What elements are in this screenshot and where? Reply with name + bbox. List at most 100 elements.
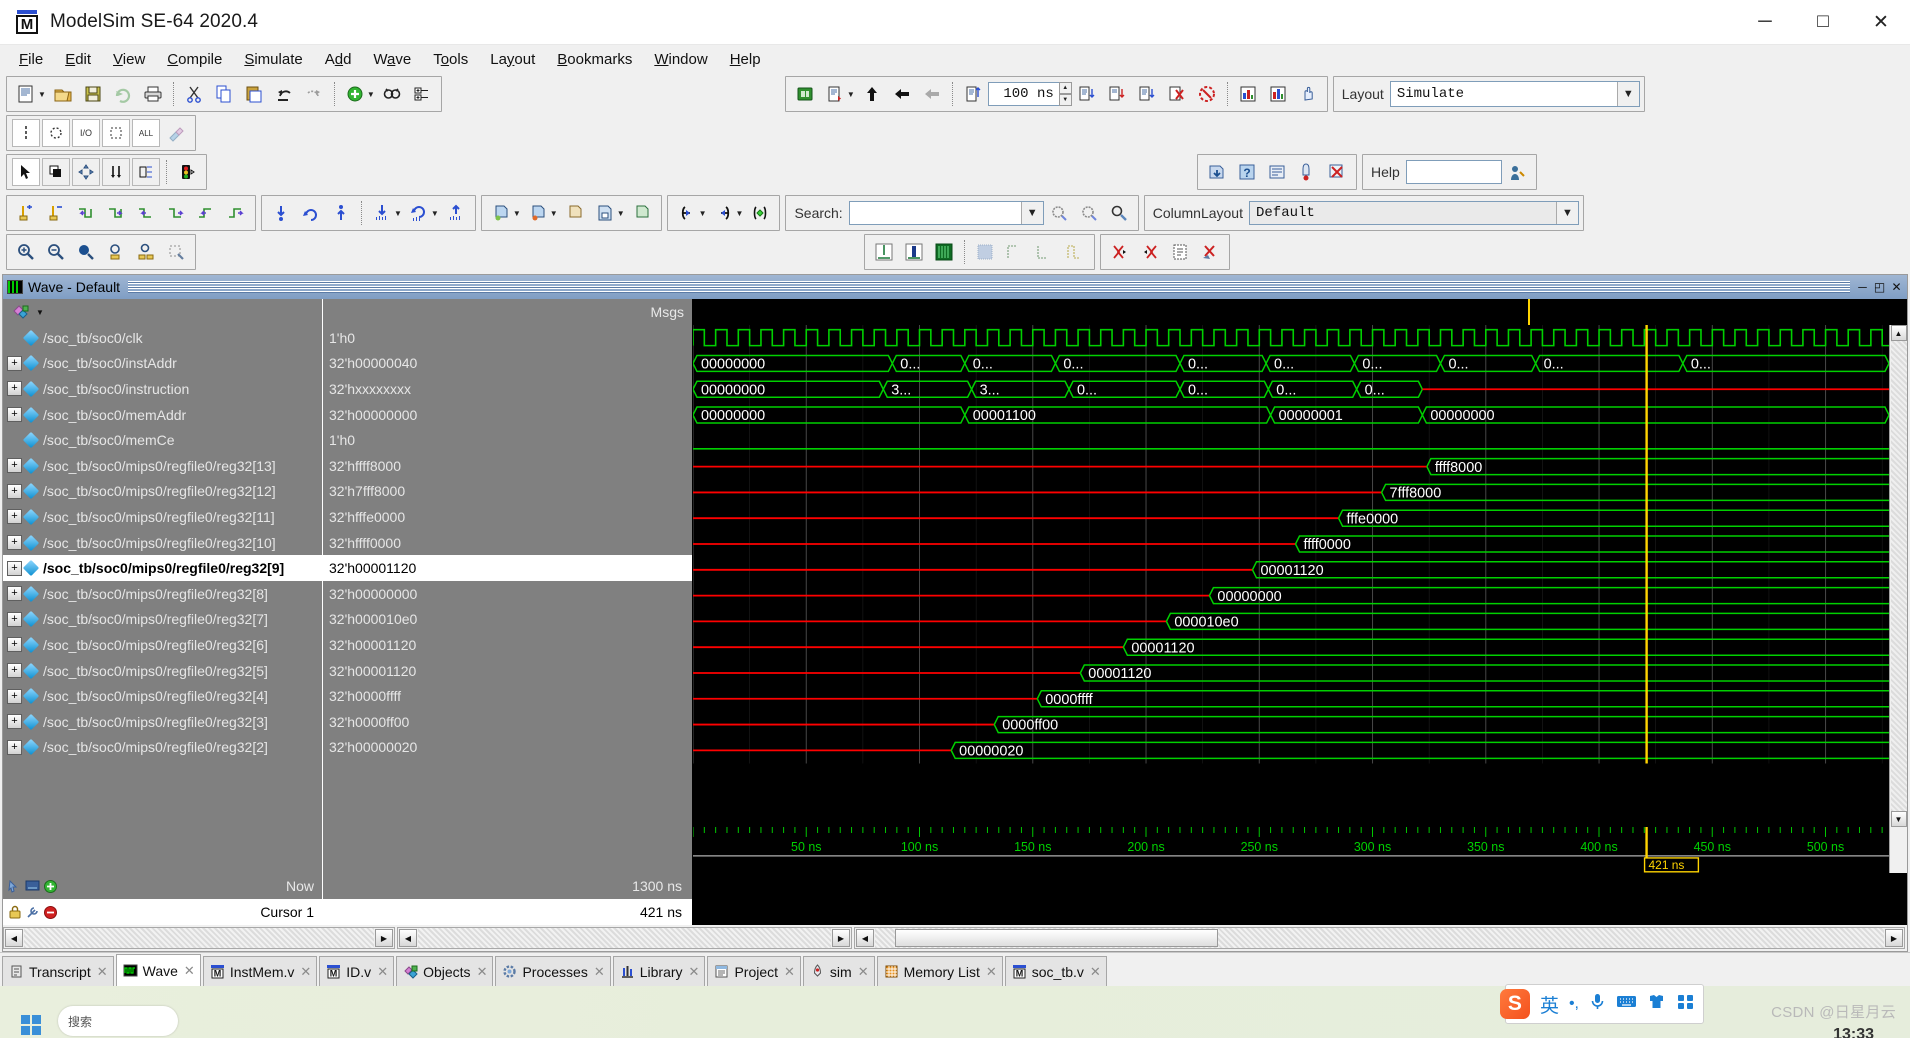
columnlayout-select[interactable]: Default ▼ — [1248, 201, 1579, 225]
signal-row[interactable]: + /soc_tb/soc0/mips0/regfile0/reg32[9] — [3, 555, 322, 581]
compare-prev-diff-icon[interactable] — [1106, 238, 1134, 266]
start-button-icon[interactable] — [18, 1012, 44, 1038]
expand-wave-down-icon[interactable] — [368, 199, 396, 227]
signal-value-row[interactable]: 32'h00000020 — [323, 735, 692, 761]
expand-icon[interactable]: + — [7, 355, 22, 371]
expand-icon[interactable]: + — [7, 509, 22, 525]
expand-net-icon[interactable] — [1203, 158, 1231, 186]
step-out-icon[interactable] — [1133, 80, 1161, 108]
signal-value-row[interactable]: 32'h7fff8000 — [323, 479, 692, 505]
expand-icon[interactable]: + — [7, 688, 22, 704]
expand-icon[interactable]: + — [7, 535, 22, 551]
search-prev-icon[interactable] — [1045, 199, 1073, 227]
tab-processes[interactable]: Processes ✕ — [495, 956, 611, 986]
values-hscrollbar[interactable]: ◀ ▶ — [397, 927, 852, 949]
new-file-icon[interactable] — [12, 80, 40, 108]
expand-icon[interactable]: + — [7, 739, 22, 755]
wave-scroll-left-button[interactable]: ◀ — [856, 929, 874, 947]
signal-value-row[interactable]: 32'hffff8000 — [323, 453, 692, 479]
signal-row[interactable]: + /soc_tb/soc0/mips0/regfile0/reg32[6] — [3, 632, 322, 658]
signal-row[interactable]: + /soc_tb/soc0/mips0/regfile0/reg32[3] — [3, 709, 322, 735]
menu-file[interactable]: File — [8, 48, 54, 71]
structure-icon[interactable] — [408, 80, 436, 108]
combine-wave-icon[interactable] — [561, 199, 589, 227]
menu-help[interactable]: Help — [719, 48, 772, 71]
search-dropdown-icon[interactable]: ▼ — [1020, 202, 1043, 224]
cut-icon[interactable] — [180, 80, 208, 108]
tab-close-icon[interactable]: ✕ — [689, 964, 700, 980]
tab-close-icon[interactable]: ✕ — [184, 963, 195, 979]
expand-icon[interactable]: + — [7, 381, 22, 397]
run-length-stepper[interactable]: ▲ ▼ — [1058, 82, 1072, 106]
names-scroll-right-button[interactable]: ▶ — [375, 929, 393, 947]
signal-row[interactable]: + /soc_tb/soc0/mips0/regfile0/reg32[7] — [3, 607, 322, 633]
wave-minimize-button[interactable]: ─ — [1854, 279, 1871, 296]
help-topic-icon[interactable]: ? — [1233, 158, 1261, 186]
restart-icon[interactable] — [791, 80, 819, 108]
signal-row[interactable]: + /soc_tb/soc0/instruction — [3, 376, 322, 402]
copy-icon[interactable] — [210, 80, 238, 108]
signal-row[interactable]: + /soc_tb/soc0/instAddr — [3, 351, 322, 377]
toolbox-icon[interactable] — [1676, 993, 1695, 1015]
tab-close-icon[interactable]: ✕ — [477, 964, 488, 980]
tab-close-icon[interactable]: ✕ — [594, 964, 605, 980]
menu-compile[interactable]: Compile — [156, 48, 233, 71]
find-prev-rising-icon[interactable] — [192, 199, 220, 227]
wave-analog-interp-icon[interactable] — [900, 238, 928, 266]
signal-row[interactable]: + /soc_tb/soc0/mips0/regfile0/reg32[2] — [3, 735, 322, 761]
tab-memory-list[interactable]: Memory List ✕ — [876, 956, 1003, 986]
signal-row[interactable]: + /soc_tb/soc0/mips0/regfile0/reg32[8] — [3, 581, 322, 607]
zoom-out-icon[interactable] — [42, 238, 70, 266]
signal-value-row[interactable]: 32'h00000040 — [323, 351, 692, 377]
values-scroll-right-button[interactable]: ▶ — [832, 929, 850, 947]
help-search-icon[interactable] — [1503, 158, 1531, 186]
select-mode-icon[interactable] — [12, 158, 40, 186]
group-wave-icon[interactable] — [487, 199, 515, 227]
cursor-link-prev-icon[interactable] — [673, 199, 701, 227]
compare-clear-icon[interactable] — [1196, 238, 1224, 266]
tab-close-icon[interactable]: ✕ — [784, 964, 795, 980]
cursor-lock-icon[interactable] — [746, 199, 774, 227]
tab-objects[interactable]: Objects ✕ — [396, 956, 494, 986]
tab-transcript[interactable]: Transcript ✕ — [2, 956, 114, 986]
signal-value-row[interactable]: 32'h00001120 — [323, 555, 692, 581]
tab-close-icon[interactable]: ✕ — [1090, 964, 1101, 980]
sogou-logo-icon[interactable]: S — [1499, 989, 1530, 1019]
maximize-button[interactable]: □ — [1794, 0, 1852, 45]
wave-undock-button[interactable]: ◰ — [1871, 279, 1888, 296]
expand-icon[interactable]: + — [7, 407, 22, 423]
expand-icon[interactable]: + — [7, 611, 22, 627]
values-hscroll-track[interactable] — [418, 928, 831, 948]
close-button[interactable]: ✕ — [1852, 0, 1910, 45]
expand-icon[interactable]: + — [7, 637, 22, 653]
expand-icon[interactable]: + — [7, 560, 22, 576]
signal-value-row[interactable]: 32'h0000ff00 — [323, 709, 692, 735]
mic-icon[interactable] — [1589, 992, 1606, 1016]
menu-window[interactable]: Window — [643, 48, 718, 71]
continue-run-icon[interactable] — [858, 80, 886, 108]
undo-icon[interactable] — [270, 80, 298, 108]
search-input[interactable]: ▼ — [848, 201, 1044, 225]
support-icon[interactable] — [1293, 158, 1321, 186]
scroll-down-button[interactable]: ▼ — [1890, 811, 1907, 827]
collapse-wave-up-icon[interactable] — [442, 199, 470, 227]
paste-icon[interactable] — [240, 80, 268, 108]
filter-all-icon[interactable]: ALL — [132, 119, 160, 147]
tab-close-icon[interactable]: ✕ — [377, 964, 388, 980]
wave-close-button[interactable]: ✕ — [1888, 279, 1905, 296]
traffic-light-icon[interactable] — [173, 158, 201, 186]
align-down-icon[interactable] — [102, 158, 130, 186]
signal-row[interactable]: + /soc_tb/soc0/mips0/regfile0/reg32[4] — [3, 683, 322, 709]
zoom-cursor-icon[interactable] — [102, 238, 130, 266]
keyboard-icon[interactable] — [1616, 994, 1637, 1014]
filter-inouts-icon[interactable]: I/O — [72, 119, 100, 147]
skin-icon[interactable] — [1647, 993, 1666, 1015]
break-sim-icon[interactable] — [1193, 80, 1221, 108]
expand-icon[interactable]: + — [7, 483, 22, 499]
wave-hscroll-thumb[interactable] — [895, 929, 1219, 947]
run-icon[interactable] — [821, 80, 849, 108]
timeline-ruler[interactable]: 50 ns 100 ns 150 ns 200 ns 250 ns 300 ns 350 n… — [693, 827, 1889, 873]
technotes-icon[interactable] — [1263, 158, 1291, 186]
pan-hand-icon[interactable] — [1294, 80, 1322, 108]
zoom-range-icon[interactable] — [132, 238, 160, 266]
